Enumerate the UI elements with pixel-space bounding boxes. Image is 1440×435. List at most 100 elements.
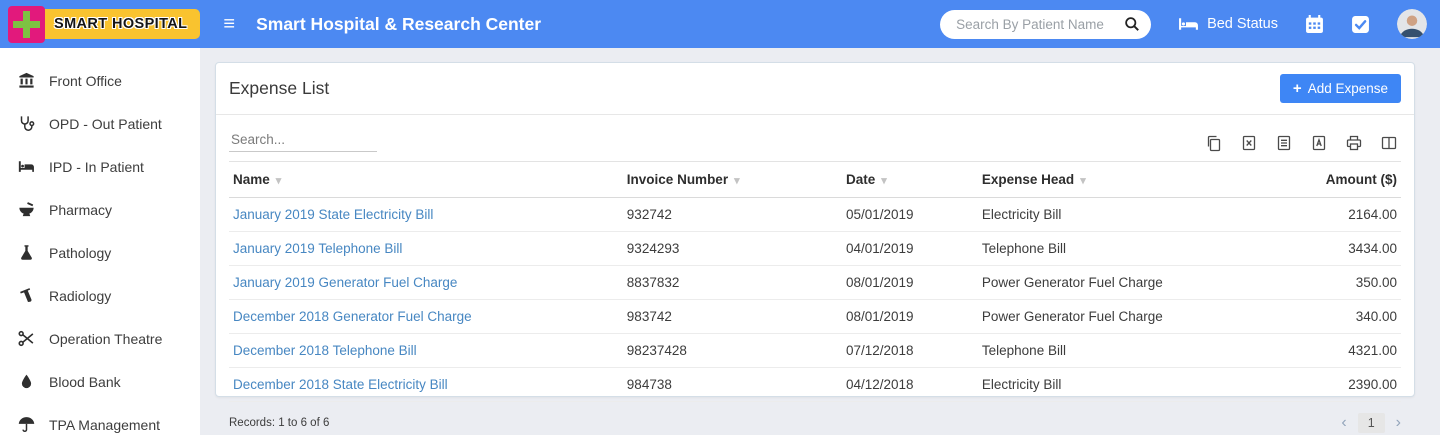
bed-status-label: Bed Status xyxy=(1207,16,1278,32)
sort-caret-icon: ▾ xyxy=(1080,175,1086,187)
flask-icon xyxy=(17,244,36,261)
sidebar-item-pharmacy[interactable]: Pharmacy xyxy=(0,188,200,231)
expense-name-link[interactable]: December 2018 Generator Fuel Charge xyxy=(233,309,472,324)
expense-table-wrap: Name▾ Invoice Number▾ Date▾ Expense Head… xyxy=(216,161,1414,402)
sidebar-item-tpa-management[interactable]: TPA Management xyxy=(0,403,200,435)
stethoscope-icon xyxy=(17,115,36,132)
expense-head-cell: Power Generator Fuel Charge xyxy=(978,266,1229,300)
table-header-row: Name▾ Invoice Number▾ Date▾ Expense Head… xyxy=(229,162,1401,198)
export-tools xyxy=(1205,134,1401,152)
add-expense-button[interactable]: + Add Expense xyxy=(1280,74,1401,103)
copy-icon[interactable] xyxy=(1205,134,1223,152)
sidebar-item-label: Pharmacy xyxy=(49,202,112,218)
bed-status-button[interactable]: Bed Status xyxy=(1178,16,1278,32)
expense-name-link[interactable]: January 2019 Telephone Bill xyxy=(233,241,402,256)
invoice-number-cell: 8837832 xyxy=(623,266,842,300)
sidebar-item-blood-bank[interactable]: Blood Bank xyxy=(0,360,200,403)
sort-caret-icon: ▾ xyxy=(881,175,887,187)
app-root: SMART HOSPITAL ≡ Smart Hospital & Resear… xyxy=(0,0,1440,435)
date-cell: 07/12/2018 xyxy=(842,334,978,368)
invoice-number-cell: 9324293 xyxy=(623,232,842,266)
add-expense-label: Add Expense xyxy=(1308,81,1388,96)
column-header-name[interactable]: Name▾ xyxy=(229,162,623,198)
search-icon[interactable] xyxy=(1124,16,1140,32)
column-header-invoice-number[interactable]: Invoice Number▾ xyxy=(623,162,842,198)
next-page-icon[interactable]: › xyxy=(1396,415,1401,431)
umbrella-icon xyxy=(17,416,36,433)
invoice-number-cell: 983742 xyxy=(623,300,842,334)
hamburger-menu-icon[interactable]: ≡ xyxy=(223,14,235,34)
sort-caret-icon: ▾ xyxy=(276,175,282,187)
previous-page-icon[interactable]: ‹ xyxy=(1341,415,1346,431)
invoice-number-cell: 98237428 xyxy=(623,334,842,368)
table-row: December 2018 Generator Fuel Charge 9837… xyxy=(229,300,1401,334)
amount-cell: 2164.00 xyxy=(1229,198,1401,232)
tasks-check-icon[interactable] xyxy=(1351,15,1370,34)
content-area: Expense List + Add Expense xyxy=(200,48,1440,435)
column-visibility-icon[interactable] xyxy=(1380,134,1398,152)
date-cell: 08/01/2019 xyxy=(842,300,978,334)
expense-table: Name▾ Invoice Number▾ Date▾ Expense Head… xyxy=(229,161,1401,402)
bed-icon xyxy=(17,158,36,175)
patient-search xyxy=(940,10,1151,39)
logo[interactable]: SMART HOSPITAL xyxy=(8,6,200,43)
expense-name-link[interactable]: January 2019 State Electricity Bill xyxy=(233,207,433,222)
table-row: December 2018 Telephone Bill 98237428 07… xyxy=(229,334,1401,368)
sidebar-item-label: Pathology xyxy=(49,245,111,261)
sidebar-item-ipd[interactable]: IPD - In Patient xyxy=(0,145,200,188)
expense-name-link[interactable]: January 2019 Generator Fuel Charge xyxy=(233,275,457,290)
sort-caret-icon: ▾ xyxy=(734,175,740,187)
building-icon xyxy=(17,72,36,89)
date-cell: 04/12/2018 xyxy=(842,368,978,402)
csv-export-icon[interactable] xyxy=(1275,134,1293,152)
expense-name-link[interactable]: December 2018 Telephone Bill xyxy=(233,343,417,358)
expense-head-cell: Telephone Bill xyxy=(978,232,1229,266)
sidebar-item-label: Operation Theatre xyxy=(49,331,162,347)
page-number[interactable]: 1 xyxy=(1358,413,1385,433)
column-header-date[interactable]: Date▾ xyxy=(842,162,978,198)
sidebar: Front Office OPD - Out Patient IPD - In … xyxy=(0,48,200,435)
mortar-pestle-icon xyxy=(17,201,36,218)
plus-icon: + xyxy=(1293,81,1302,96)
date-cell: 05/01/2019 xyxy=(842,198,978,232)
expense-head-cell: Power Generator Fuel Charge xyxy=(978,300,1229,334)
user-avatar[interactable] xyxy=(1397,9,1427,39)
sidebar-item-pathology[interactable]: Pathology xyxy=(0,231,200,274)
date-cell: 04/01/2019 xyxy=(842,232,978,266)
table-row: January 2019 Telephone Bill 9324293 04/0… xyxy=(229,232,1401,266)
pdf-export-icon[interactable] xyxy=(1310,134,1328,152)
records-summary: Records: 1 to 6 of 6 xyxy=(229,417,329,429)
patient-search-input[interactable] xyxy=(954,16,1124,33)
card-header: Expense List + Add Expense xyxy=(216,63,1414,115)
sidebar-item-label: TPA Management xyxy=(49,417,160,433)
sidebar-item-front-office[interactable]: Front Office xyxy=(0,59,200,102)
calendar-icon[interactable] xyxy=(1305,15,1324,34)
page-title: Expense List xyxy=(229,78,329,99)
amount-cell: 340.00 xyxy=(1229,300,1401,334)
expense-head-cell: Telephone Bill xyxy=(978,334,1229,368)
print-icon[interactable] xyxy=(1345,134,1363,152)
table-toolbar xyxy=(216,115,1414,161)
sidebar-item-label: IPD - In Patient xyxy=(49,159,144,175)
expense-list-card: Expense List + Add Expense xyxy=(215,62,1415,397)
amount-cell: 2390.00 xyxy=(1229,368,1401,402)
table-row: January 2019 Generator Fuel Charge 88378… xyxy=(229,266,1401,300)
amount-cell: 4321.00 xyxy=(1229,334,1401,368)
excel-export-icon[interactable] xyxy=(1240,134,1258,152)
expense-name-link[interactable]: December 2018 State Electricity Bill xyxy=(233,377,448,392)
table-row: December 2018 State Electricity Bill 984… xyxy=(229,368,1401,402)
sidebar-item-radiology[interactable]: Radiology xyxy=(0,274,200,317)
table-row: January 2019 State Electricity Bill 9327… xyxy=(229,198,1401,232)
sidebar-item-label: Blood Bank xyxy=(49,374,121,390)
table-search-input[interactable] xyxy=(229,128,377,152)
invoice-number-cell: 984738 xyxy=(623,368,842,402)
column-header-amount[interactable]: Amount ($) xyxy=(1229,162,1401,198)
top-header: SMART HOSPITAL ≡ Smart Hospital & Resear… xyxy=(0,0,1440,48)
logo-text: SMART HOSPITAL xyxy=(38,9,200,39)
sidebar-item-label: OPD - Out Patient xyxy=(49,116,162,132)
sidebar-item-opd[interactable]: OPD - Out Patient xyxy=(0,102,200,145)
hospital-cross-icon xyxy=(8,6,45,43)
expense-head-cell: Electricity Bill xyxy=(978,368,1229,402)
sidebar-item-operation-theatre[interactable]: Operation Theatre xyxy=(0,317,200,360)
column-header-expense-head[interactable]: Expense Head▾ xyxy=(978,162,1229,198)
